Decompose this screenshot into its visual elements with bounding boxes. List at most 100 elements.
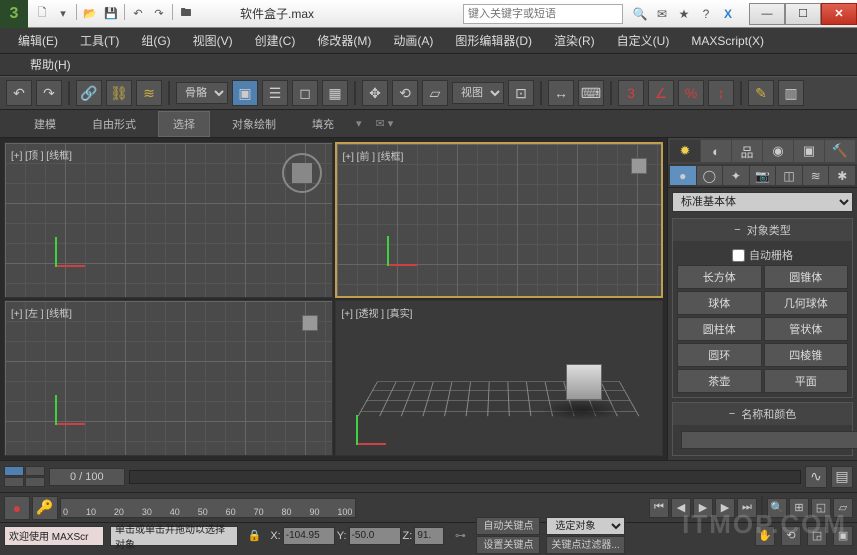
- box-button[interactable]: 长方体: [677, 265, 762, 289]
- menu-maxscript[interactable]: MAXScript(X): [681, 31, 774, 51]
- next-frame-button[interactable]: ▶: [715, 498, 735, 518]
- layout-btn-3[interactable]: [4, 477, 24, 487]
- rollout-header[interactable]: −对象类型: [673, 219, 852, 241]
- unlink-icon[interactable]: ⛓: [106, 80, 132, 106]
- lock-icon[interactable]: 🔒: [244, 526, 264, 546]
- modify-tab[interactable]: ◐: [701, 140, 731, 162]
- minimize-button[interactable]: —: [749, 3, 785, 25]
- x-input[interactable]: [283, 527, 335, 545]
- pan-button[interactable]: ✋: [755, 526, 775, 546]
- menu-create[interactable]: 创建(C): [245, 29, 306, 52]
- dolly-button[interactable]: ◲: [807, 526, 827, 546]
- viewport-front[interactable]: [+] [前 ] [线框]: [335, 142, 664, 298]
- close-button[interactable]: ✕: [821, 3, 857, 25]
- teapot-button[interactable]: 茶壶: [677, 369, 762, 393]
- zoom-all-button[interactable]: ⊞: [789, 498, 809, 518]
- rollout-header[interactable]: −名称和颜色: [673, 403, 852, 425]
- layout-btn-4[interactable]: [25, 477, 45, 487]
- menu-grapheditors[interactable]: 图形编辑器(D): [445, 29, 542, 52]
- snap-toggle-button[interactable]: 3: [618, 80, 644, 106]
- geosphere-button[interactable]: 几何球体: [764, 291, 849, 315]
- object-name-input[interactable]: [681, 431, 857, 449]
- viewport-left[interactable]: [+] [左 ] [线框]: [4, 300, 333, 456]
- keyboard-shortcut-button[interactable]: ⌨: [578, 80, 604, 106]
- prev-frame-button[interactable]: ◀: [671, 498, 691, 518]
- save-icon[interactable]: 💾: [101, 4, 121, 24]
- project-icon[interactable]: 🖿: [176, 4, 196, 24]
- ribbon-tab-selection[interactable]: 选择: [158, 111, 210, 137]
- box-object[interactable]: [566, 364, 602, 400]
- menu-view[interactable]: 视图(V): [183, 29, 243, 52]
- select-object-button[interactable]: ▣: [232, 80, 258, 106]
- ribbon-tab-objectpaint[interactable]: 对象绘制: [218, 112, 290, 136]
- plane-button[interactable]: 平面: [764, 369, 849, 393]
- motion-tab[interactable]: ◉: [763, 140, 793, 162]
- viewport-label[interactable]: [+] [顶 ] [线框]: [11, 147, 72, 162]
- goto-start-button[interactable]: ⏮: [649, 498, 669, 518]
- app-icon[interactable]: 3: [0, 0, 28, 28]
- time-slider-handle[interactable]: 0 / 100: [49, 468, 125, 486]
- cameras-tab[interactable]: 📷: [750, 166, 776, 185]
- rotate-button[interactable]: ⟲: [392, 80, 418, 106]
- menu-render[interactable]: 渲染(R): [544, 29, 605, 52]
- angle-snap-button[interactable]: ∠: [648, 80, 674, 106]
- key-icon[interactable]: ⊶: [450, 526, 470, 546]
- layout-btn-1[interactable]: [4, 466, 24, 476]
- viewcube-icon[interactable]: [282, 153, 322, 193]
- ribbon-tab-modeling[interactable]: 建模: [20, 112, 70, 136]
- undo-button[interactable]: ↶: [6, 80, 32, 106]
- setkey-button[interactable]: 设置关键点: [476, 536, 540, 554]
- bind-icon[interactable]: ≋: [136, 80, 162, 106]
- star-icon[interactable]: ★: [675, 5, 693, 23]
- track-ruler[interactable]: 0 10 20 30 40 50 60 70 80 90 100: [60, 498, 356, 518]
- menu-help[interactable]: 帮助(H): [20, 53, 81, 76]
- zoom-button[interactable]: 🔍: [767, 498, 787, 518]
- undo-icon[interactable]: ↶: [128, 4, 148, 24]
- scale-button[interactable]: ▱: [422, 80, 448, 106]
- menu-customize[interactable]: 自定义(U): [607, 29, 680, 52]
- ribbon-tab-freeform[interactable]: 自由形式: [78, 112, 150, 136]
- pyramid-button[interactable]: 四棱锥: [764, 343, 849, 367]
- help-icon[interactable]: ?: [697, 5, 715, 23]
- menu-edit[interactable]: 编辑(E): [8, 29, 68, 52]
- helpers-tab[interactable]: ◫: [776, 166, 802, 185]
- mirror-button[interactable]: ▥: [778, 80, 804, 106]
- pivot-button[interactable]: ⊡: [508, 80, 534, 106]
- curve-editor-icon[interactable]: ∿: [805, 466, 827, 488]
- ribbon-tab-populate[interactable]: 填充: [298, 112, 348, 136]
- shapes-tab[interactable]: ◯: [697, 166, 723, 185]
- cylinder-button[interactable]: 圆柱体: [677, 317, 762, 341]
- open-icon[interactable]: 📂: [80, 4, 100, 24]
- maxscript-listener[interactable]: 欢迎使用 MAXScr: [4, 526, 104, 546]
- percent-snap-button[interactable]: %: [678, 80, 704, 106]
- menu-group[interactable]: 组(G): [131, 29, 180, 52]
- orbit-button[interactable]: ⟲: [781, 526, 801, 546]
- tube-button[interactable]: 管状体: [764, 317, 849, 341]
- max-toggle-button[interactable]: ▣: [833, 526, 853, 546]
- viewport-label[interactable]: [+] [透视 ] [真实]: [342, 305, 413, 320]
- ribbon-dropdown-icon[interactable]: ▾: [356, 117, 362, 130]
- key-mode-button[interactable]: 🔑: [32, 496, 58, 520]
- viewport-perspective[interactable]: [+] [透视 ] [真实]: [335, 300, 664, 456]
- dropdown-icon[interactable]: ▾: [53, 4, 73, 24]
- select-name-button[interactable]: ☰: [262, 80, 288, 106]
- manipulate-button[interactable]: ↔: [548, 80, 574, 106]
- exchange-icon[interactable]: X: [719, 5, 737, 23]
- redo-icon[interactable]: ↷: [149, 4, 169, 24]
- time-slider-track[interactable]: [129, 470, 801, 484]
- maximize-button[interactable]: ☐: [785, 3, 821, 25]
- utilities-tab[interactable]: 🔨: [825, 140, 855, 162]
- category-select[interactable]: 标准基本体: [672, 192, 853, 212]
- lights-tab[interactable]: ✦: [723, 166, 749, 185]
- cone-button[interactable]: 圆锥体: [764, 265, 849, 289]
- hierarchy-tab[interactable]: 品: [732, 140, 762, 162]
- display-tab[interactable]: ▣: [794, 140, 824, 162]
- sphere-button[interactable]: 球体: [677, 291, 762, 315]
- y-input[interactable]: [349, 527, 401, 545]
- geometry-tab[interactable]: ●: [670, 166, 696, 185]
- z-input[interactable]: [414, 527, 444, 545]
- move-button[interactable]: ✥: [362, 80, 388, 106]
- autokey-button[interactable]: 自动关键点: [476, 517, 540, 535]
- torus-button[interactable]: 圆环: [677, 343, 762, 367]
- viewcube-icon[interactable]: [631, 158, 647, 174]
